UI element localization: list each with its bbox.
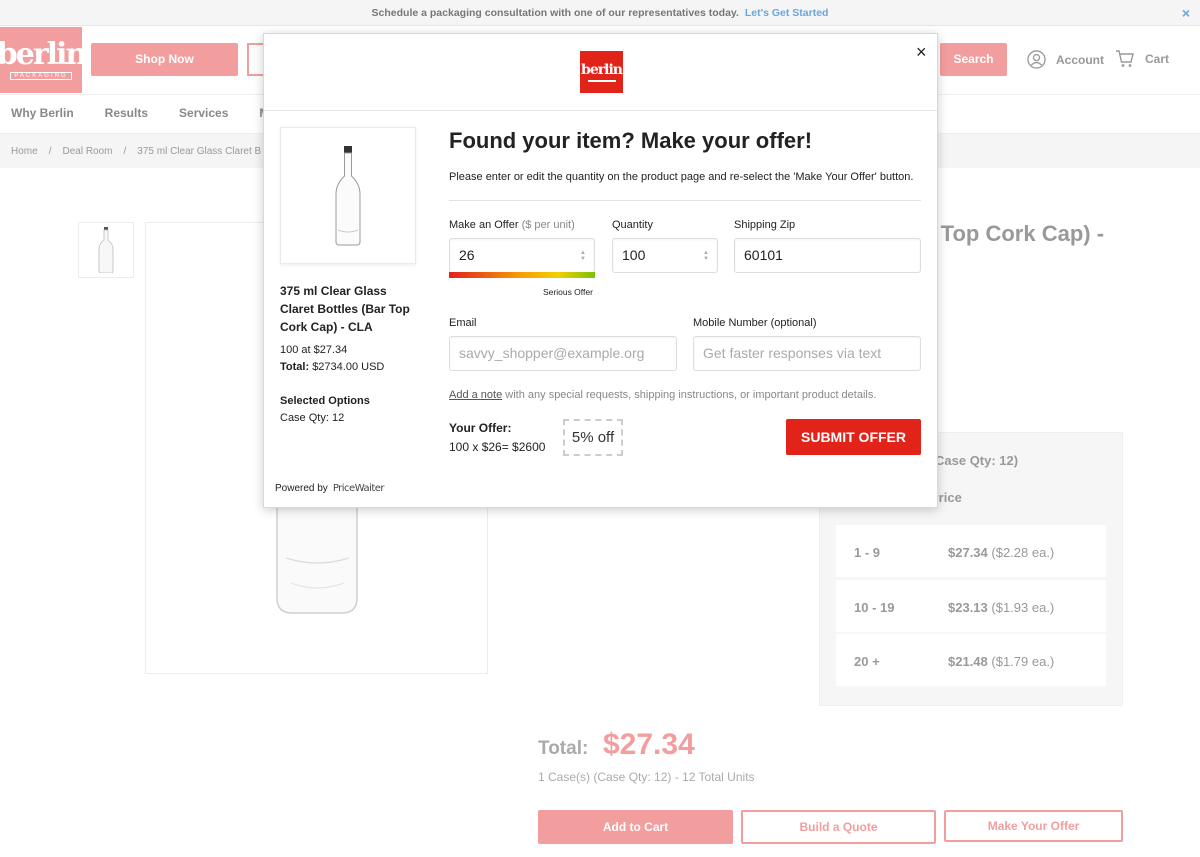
modal-logo-text: berlin — [581, 61, 623, 78]
mobile-input[interactable]: Get faster responses via text — [693, 336, 921, 371]
account-link[interactable]: Account — [1027, 50, 1104, 69]
announcement-link[interactable]: Let's Get Started — [745, 7, 829, 19]
tier-range: 1 - 9 — [854, 545, 881, 560]
modal-product-name: 375 ml Clear Glass Claret Bottles (Bar T… — [280, 284, 410, 334]
modal-product-total: Total: $2734.00 USD — [280, 361, 384, 373]
email-input[interactable]: savvy_shopper@example.org — [449, 336, 677, 371]
add-note-link[interactable]: Add a note — [449, 389, 502, 401]
offer-label: Make an Offer ($ per unit) — [449, 219, 575, 231]
quantity-label: Quantity — [612, 219, 653, 231]
modal-divider — [449, 200, 921, 201]
email-placeholder: savvy_shopper@example.org — [459, 345, 645, 361]
build-quote-button[interactable]: Build a Quote — [741, 810, 936, 844]
breadcrumb-deal-room[interactable]: Deal Room — [62, 146, 112, 157]
tier-price: $21.48 ($1.79 ea.) — [948, 654, 1054, 669]
nav-item-results[interactable]: Results — [105, 106, 148, 120]
tier-each: ($2.28 ea.) — [991, 545, 1055, 560]
tier-each: ($1.93 ea.) — [991, 600, 1055, 615]
tier-price-value: $23.13 — [948, 600, 988, 615]
modal-logo-underline — [587, 79, 616, 82]
quantity-input[interactable]: 100 ▲ ▼ — [612, 238, 718, 273]
tier-range: 20 + — [854, 654, 880, 669]
price-tier-row: 10 - 19 $23.13 ($1.93 ea.) — [836, 580, 1106, 632]
modal-product-qty: 100 at $27.34 — [280, 344, 348, 356]
powered-by: Powered by PriceWaiter — [275, 483, 385, 494]
price-panel-case-qty: Case Qty: 12) — [935, 453, 1019, 468]
modal-logo: berlin — [580, 51, 623, 93]
selected-options-value: Case Qty: 12 — [280, 412, 345, 424]
zip-label: Shipping Zip — [734, 219, 796, 231]
quantity-stepper-icon[interactable]: ▲ ▼ — [703, 250, 709, 262]
powered-by-label: Powered by — [275, 483, 328, 494]
breadcrumb: Home / Deal Room / 375 ml Clear Glass Cl… — [11, 146, 261, 157]
offer-strength-meter — [449, 272, 595, 278]
note-line: Add a note with any special requests, sh… — [449, 389, 876, 401]
tier-each: ($1.79 ea.) — [991, 654, 1055, 669]
shop-now-button[interactable]: Shop Now — [91, 43, 238, 76]
account-label: Account — [1056, 52, 1104, 67]
your-offer-calculation: 100 x $26= $2600 — [449, 440, 546, 454]
announcement-text: Schedule a packaging consultation with o… — [371, 7, 739, 19]
selected-options-title: Selected Options — [280, 395, 370, 407]
cart-link[interactable]: Cart — [1115, 50, 1169, 68]
make-offer-modal: berlin × 375 ml Clear Glass Claret Bottl… — [263, 33, 938, 508]
your-offer-label: Your Offer: — [449, 421, 512, 435]
logo-subtext: PACKAGING — [10, 72, 72, 80]
modal-header: berlin × — [264, 34, 937, 111]
account-icon — [1027, 50, 1046, 69]
tier-price-value: $27.34 — [948, 545, 988, 560]
breadcrumb-home[interactable]: Home — [11, 146, 38, 157]
make-your-offer-button[interactable]: Make Your Offer — [944, 810, 1123, 842]
offer-input-value: 26 — [459, 247, 475, 263]
modal-product-image — [280, 127, 416, 264]
modal-title: Found your item? Make your offer! — [449, 128, 813, 153]
announcement-close-icon[interactable]: × — [1182, 0, 1190, 26]
offer-label-text: Make an Offer — [449, 219, 519, 231]
page-total-value: $27.34 — [603, 728, 695, 761]
mobile-placeholder: Get faster responses via text — [703, 345, 882, 361]
breadcrumb-separator: / — [48, 146, 52, 157]
tier-price: $23.13 ($1.93 ea.) — [948, 600, 1054, 615]
tier-price: $27.34 ($2.28 ea.) — [948, 545, 1054, 560]
modal-description: Please enter or edit the quantity on the… — [449, 171, 914, 183]
cart-icon — [1116, 50, 1134, 67]
modal-total-value: $2734.00 USD — [312, 361, 385, 373]
cart-label: Cart — [1145, 52, 1170, 66]
email-label: Email — [449, 317, 477, 329]
announcement-bar: Schedule a packaging consultation with o… — [0, 0, 1200, 26]
page-total-label: Total: — [538, 738, 589, 759]
search-button[interactable]: Search — [940, 43, 1007, 76]
price-tier-row: 20 + $21.48 ($1.79 ea.) — [836, 634, 1106, 686]
offer-input[interactable]: 26 ▲ ▼ — [449, 238, 595, 273]
pricewaiter-logo[interactable]: PriceWaiter — [333, 483, 385, 494]
product-title-fragment: r Top Cork Cap) - — [926, 221, 1105, 246]
nav-item-why-berlin[interactable]: Why Berlin — [11, 106, 74, 120]
offer-stepper-icon[interactable]: ▲ ▼ — [580, 250, 586, 262]
tier-price-value: $21.48 — [948, 654, 988, 669]
price-tier-row: 1 - 9 $27.34 ($2.28 ea.) — [836, 525, 1106, 577]
quantity-input-value: 100 — [622, 247, 646, 263]
bottle-thumbnail-image — [98, 227, 114, 273]
page-total-subtext: 1 Case(s) (Case Qty: 12) - 12 Total Unit… — [538, 770, 755, 784]
breadcrumb-separator: / — [123, 146, 127, 157]
site-logo[interactable]: berlin PACKAGING — [0, 27, 87, 93]
modal-total-label: Total: — [280, 361, 310, 373]
bottle-image — [335, 145, 361, 245]
nav-item-services[interactable]: Services — [179, 106, 228, 120]
offer-strength-label: Serious Offer — [543, 287, 593, 297]
tier-range: 10 - 19 — [854, 600, 895, 615]
modal-close-icon[interactable]: × — [916, 42, 927, 63]
note-text: with any special requests, shipping inst… — [505, 389, 877, 401]
submit-offer-button[interactable]: SUBMIT OFFER — [786, 419, 921, 455]
zip-input[interactable]: 60101 — [734, 238, 921, 273]
discount-badge: 5% off — [563, 419, 623, 456]
zip-input-value: 60101 — [744, 247, 783, 263]
offer-unit: ($ per unit) — [521, 219, 575, 231]
product-thumbnail[interactable] — [78, 222, 134, 278]
mobile-label: Mobile Number (optional) — [693, 317, 817, 329]
add-to-cart-button[interactable]: Add to Cart — [538, 810, 733, 844]
breadcrumb-current: 375 ml Clear Glass Claret B — [137, 146, 262, 157]
logo-text: berlin — [0, 37, 87, 72]
